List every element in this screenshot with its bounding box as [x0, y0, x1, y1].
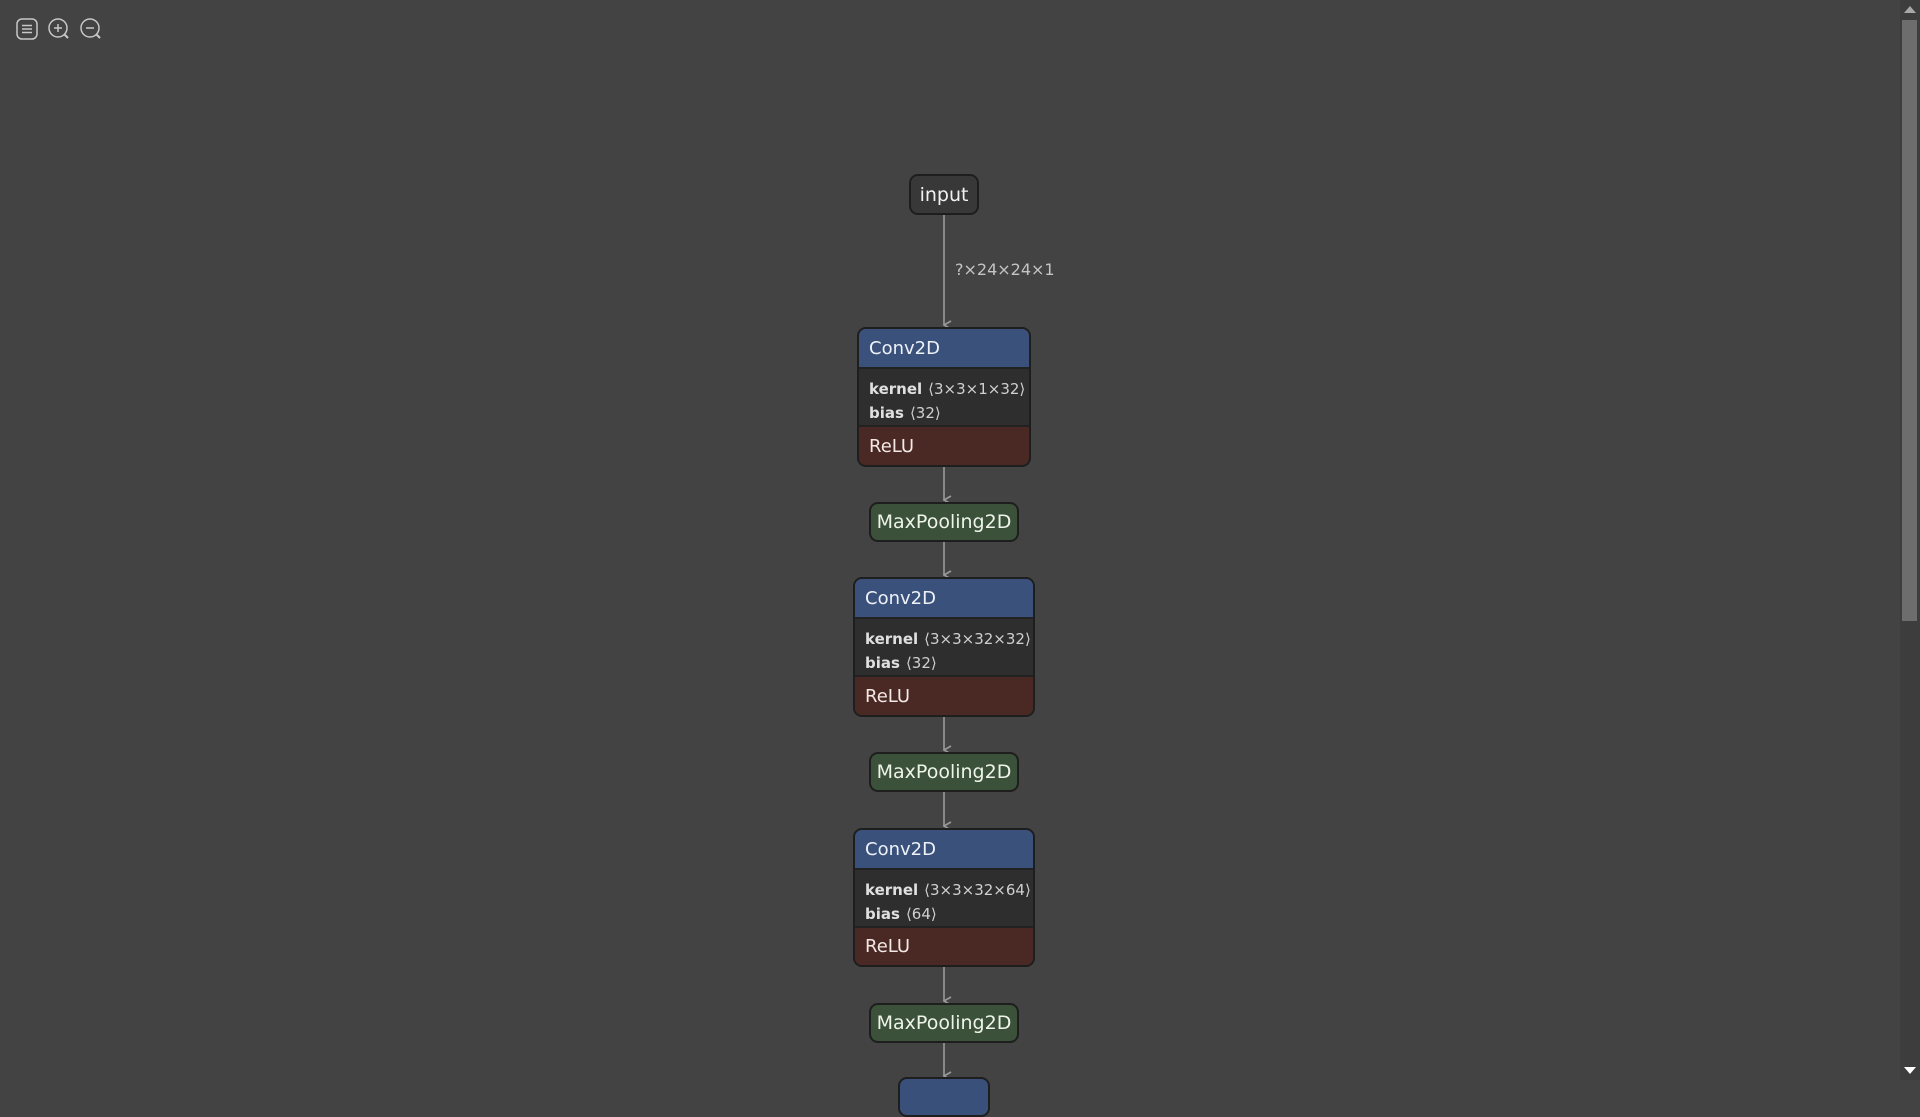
input-shape-label: ?×24×24×1 [955, 260, 1055, 279]
conv2d-2-kernel: kernel ⟨3×3×32×32⟩ [865, 630, 1031, 648]
conv2d-3-attributes: kernel ⟨3×3×32×64⟩ bias ⟨64⟩ [855, 870, 1033, 928]
input-node[interactable]: input [909, 174, 979, 215]
next-node-partial[interactable] [898, 1077, 990, 1117]
scroll-down-button[interactable] [1903, 1064, 1917, 1078]
maxpooling2d-2-label: MaxPooling2D [876, 761, 1012, 783]
conv2d-2-activation: ReLU [855, 677, 1033, 715]
maxpooling2d-node-2[interactable]: MaxPooling2D [869, 752, 1019, 792]
conv2d-2-title: Conv2D [855, 579, 1033, 619]
graph-canvas[interactable]: input ?×24×24×1 Conv2D kernel ⟨3×3×1×32⟩ … [0, 0, 1900, 1117]
conv2d-node-2[interactable]: Conv2D kernel ⟨3×3×32×32⟩ bias ⟨32⟩ ReLU [853, 577, 1035, 717]
conv2d-2-attributes: kernel ⟨3×3×32×32⟩ bias ⟨32⟩ [855, 619, 1033, 677]
conv2d-1-attributes: kernel ⟨3×3×1×32⟩ bias ⟨32⟩ [859, 369, 1029, 427]
conv2d-node-1[interactable]: Conv2D kernel ⟨3×3×1×32⟩ bias ⟨32⟩ ReLU [857, 327, 1031, 467]
conv2d-1-kernel: kernel ⟨3×3×1×32⟩ [869, 380, 1026, 398]
arrow-up-icon [1904, 6, 1916, 13]
conv2d-1-title: Conv2D [859, 329, 1029, 369]
vertical-scrollbar[interactable] [1900, 0, 1920, 1080]
scrollbar-thumb[interactable] [1902, 20, 1917, 621]
conv2d-2-bias: bias ⟨32⟩ [865, 654, 937, 672]
conv2d-3-bias: bias ⟨64⟩ [865, 905, 937, 923]
conv2d-1-bias: bias ⟨32⟩ [869, 404, 941, 422]
conv2d-3-activation: ReLU [855, 928, 1033, 965]
conv2d-node-3[interactable]: Conv2D kernel ⟨3×3×32×64⟩ bias ⟨64⟩ ReLU [853, 828, 1035, 967]
maxpooling2d-node-1[interactable]: MaxPooling2D [869, 502, 1019, 542]
conv2d-3-kernel: kernel ⟨3×3×32×64⟩ [865, 881, 1031, 899]
scroll-up-button[interactable] [1903, 2, 1917, 16]
maxpooling2d-3-label: MaxPooling2D [876, 1012, 1012, 1034]
maxpooling2d-node-3[interactable]: MaxPooling2D [869, 1003, 1019, 1043]
conv2d-1-activation: ReLU [859, 427, 1029, 465]
arrow-down-icon [1904, 1067, 1916, 1074]
conv2d-3-title: Conv2D [855, 830, 1033, 870]
input-node-label: input [919, 183, 969, 206]
maxpooling2d-1-label: MaxPooling2D [876, 511, 1012, 533]
